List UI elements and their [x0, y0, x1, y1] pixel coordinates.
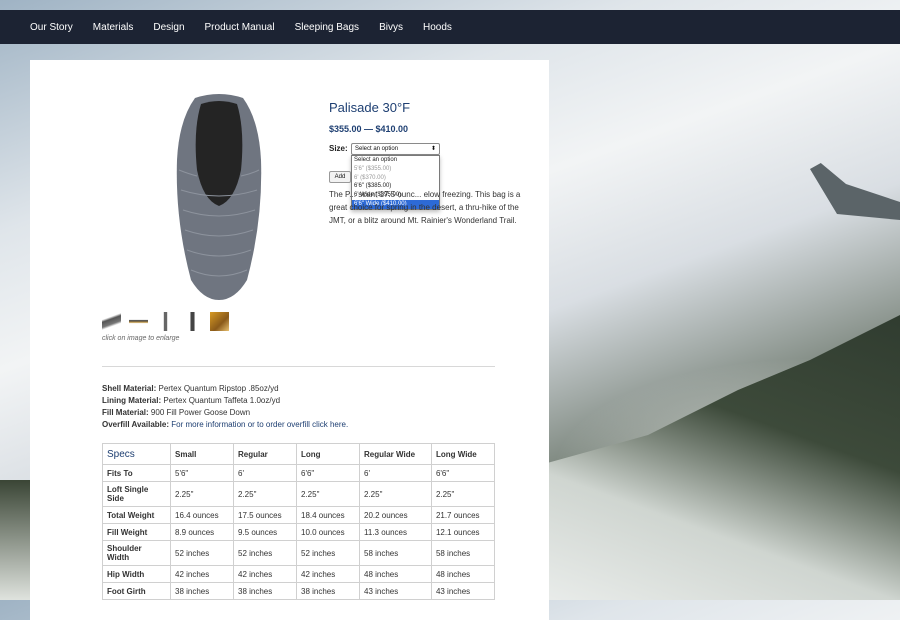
table-header-row: Specs Small Regular Long Regular Wide Lo… [102, 443, 496, 465]
enlarge-note: click on image to enlarge [102, 335, 180, 342]
row-label: Hip Width [102, 565, 171, 583]
size-option[interactable]: 5'6" ($355.00) [352, 165, 439, 174]
table-cell: 21.7 ounces [430, 506, 496, 524]
table-cell: 20.2 ounces [359, 506, 432, 524]
nav-bivys[interactable]: Bivys [379, 22, 403, 33]
table-cell: 42 inches [233, 565, 297, 583]
row-label: Fits To [102, 464, 171, 482]
row-label: Total Weight [102, 506, 171, 524]
nav-materials[interactable]: Materials [93, 22, 134, 33]
row-label: Loft Single Side [102, 481, 171, 507]
table-cell: 6' [233, 464, 297, 482]
size-select[interactable]: Select an option ⬍ [351, 143, 440, 155]
table-row: Fill Weight 8.9 ounces 9.5 ounces 10.0 o… [102, 523, 496, 541]
table-cell: 2.25" [430, 481, 496, 507]
table-cell: 2.25" [359, 481, 432, 507]
shell-label: Shell Material: [102, 384, 157, 393]
table-cell: 38 inches [170, 582, 234, 600]
table-header: Regular Wide [359, 443, 432, 465]
product-description: The P... scant 17.5 ounc... elow freezin… [329, 190, 521, 225]
background-peak [810, 163, 900, 220]
table-header: Small [170, 443, 234, 465]
table-cell: 12.1 ounces [430, 523, 496, 541]
fill-value: 900 Fill Power Goose Down [150, 408, 251, 417]
table-cell: 6' [359, 464, 432, 482]
row-label: Foot Girth [102, 582, 171, 600]
table-cell: 42 inches [296, 565, 360, 583]
lining-value: Pertex Quantum Taffeta 1.0oz/yd [163, 396, 281, 405]
table-cell: 5'6" [170, 464, 234, 482]
table-cell: 11.3 ounces [359, 523, 432, 541]
table-cell: 52 inches [296, 540, 360, 566]
table-row: Shoulder Width 52 inches 52 inches 52 in… [102, 540, 496, 566]
table-cell: 52 inches [233, 540, 297, 566]
table-header: Specs [102, 443, 171, 465]
nav-hoods[interactable]: Hoods [423, 22, 452, 33]
table-row: Loft Single Side 2.25" 2.25" 2.25" 2.25"… [102, 481, 496, 507]
table-row: Fits To 5'6" 6' 6'6" 6' 6'6" [102, 464, 496, 482]
thumbnail-5[interactable] [210, 312, 229, 331]
nav-sleeping-bags[interactable]: Sleeping Bags [295, 22, 360, 33]
specs-table: Specs Small Regular Long Regular Wide Lo… [102, 443, 496, 600]
table-cell: 9.5 ounces [233, 523, 297, 541]
table-cell: 38 inches [296, 582, 360, 600]
table-row: Hip Width 42 inches 42 inches 42 inches … [102, 565, 496, 583]
main-nav: Our Story Materials Design Product Manua… [0, 10, 900, 44]
table-cell: 17.5 ounces [233, 506, 297, 524]
table-cell: 6'6" [296, 464, 360, 482]
table-row: Foot Girth 38 inches 38 inches 38 inches… [102, 582, 496, 600]
thumbnail-strip [102, 312, 229, 331]
nav-our-story[interactable]: Our Story [30, 22, 73, 33]
table-cell: 43 inches [430, 582, 496, 600]
table-cell: 16.4 ounces [170, 506, 234, 524]
table-cell: 48 inches [359, 565, 432, 583]
size-option[interactable]: Select an option [352, 156, 439, 165]
select-arrows-icon: ⬍ [430, 146, 436, 152]
product-title: Palisade 30°F [329, 100, 411, 115]
table-header: Regular [233, 443, 297, 465]
overfill-link[interactable]: For more information or to order overfil… [171, 420, 348, 429]
table-cell: 42 inches [170, 565, 234, 583]
table-cell: 52 inches [170, 540, 234, 566]
materials-list: Shell Material: Pertex Quantum Ripstop .… [102, 383, 348, 431]
table-cell: 2.25" [170, 481, 234, 507]
thumbnail-4[interactable] [183, 312, 202, 331]
shell-value: Pertex Quantum Ripstop .85oz/yd [158, 384, 279, 393]
table-cell: 38 inches [233, 582, 297, 600]
table-cell: 48 inches [430, 565, 496, 583]
product-panel: click on image to enlarge Palisade 30°F … [30, 60, 549, 620]
table-header: Long [296, 443, 360, 465]
thumbnail-3[interactable] [156, 312, 175, 331]
table-cell: 2.25" [296, 481, 360, 507]
overfill-label: Overfill Available: [102, 420, 169, 429]
nav-product-manual[interactable]: Product Manual [205, 22, 275, 33]
size-option[interactable]: 6' ($370.00) [352, 174, 439, 183]
table-cell: 8.9 ounces [170, 523, 234, 541]
divider [102, 366, 495, 367]
nav-design[interactable]: Design [153, 22, 184, 33]
table-cell: 6'6" [430, 464, 496, 482]
row-label: Shoulder Width [102, 540, 171, 566]
table-row: Total Weight 16.4 ounces 17.5 ounces 18.… [102, 506, 496, 524]
table-cell: 10.0 ounces [296, 523, 360, 541]
table-cell: 2.25" [233, 481, 297, 507]
table-cell: 58 inches [430, 540, 496, 566]
thumbnail-2[interactable] [129, 312, 148, 331]
fill-label: Fill Material: [102, 408, 149, 417]
background-mountain [540, 315, 900, 600]
size-label: Size: [329, 144, 348, 153]
table-cell: 58 inches [359, 540, 432, 566]
sleeping-bag-image[interactable] [175, 90, 263, 302]
table-cell: 18.4 ounces [296, 506, 360, 524]
row-label: Fill Weight [102, 523, 171, 541]
add-to-cart-button[interactable]: Add [329, 171, 351, 183]
table-cell: 43 inches [359, 582, 432, 600]
lining-label: Lining Material: [102, 396, 162, 405]
size-select-value: Select an option [355, 146, 399, 152]
thumbnail-1[interactable] [102, 312, 121, 331]
price-range: $355.00 — $410.00 [329, 124, 409, 134]
table-header: Long Wide [430, 443, 496, 465]
